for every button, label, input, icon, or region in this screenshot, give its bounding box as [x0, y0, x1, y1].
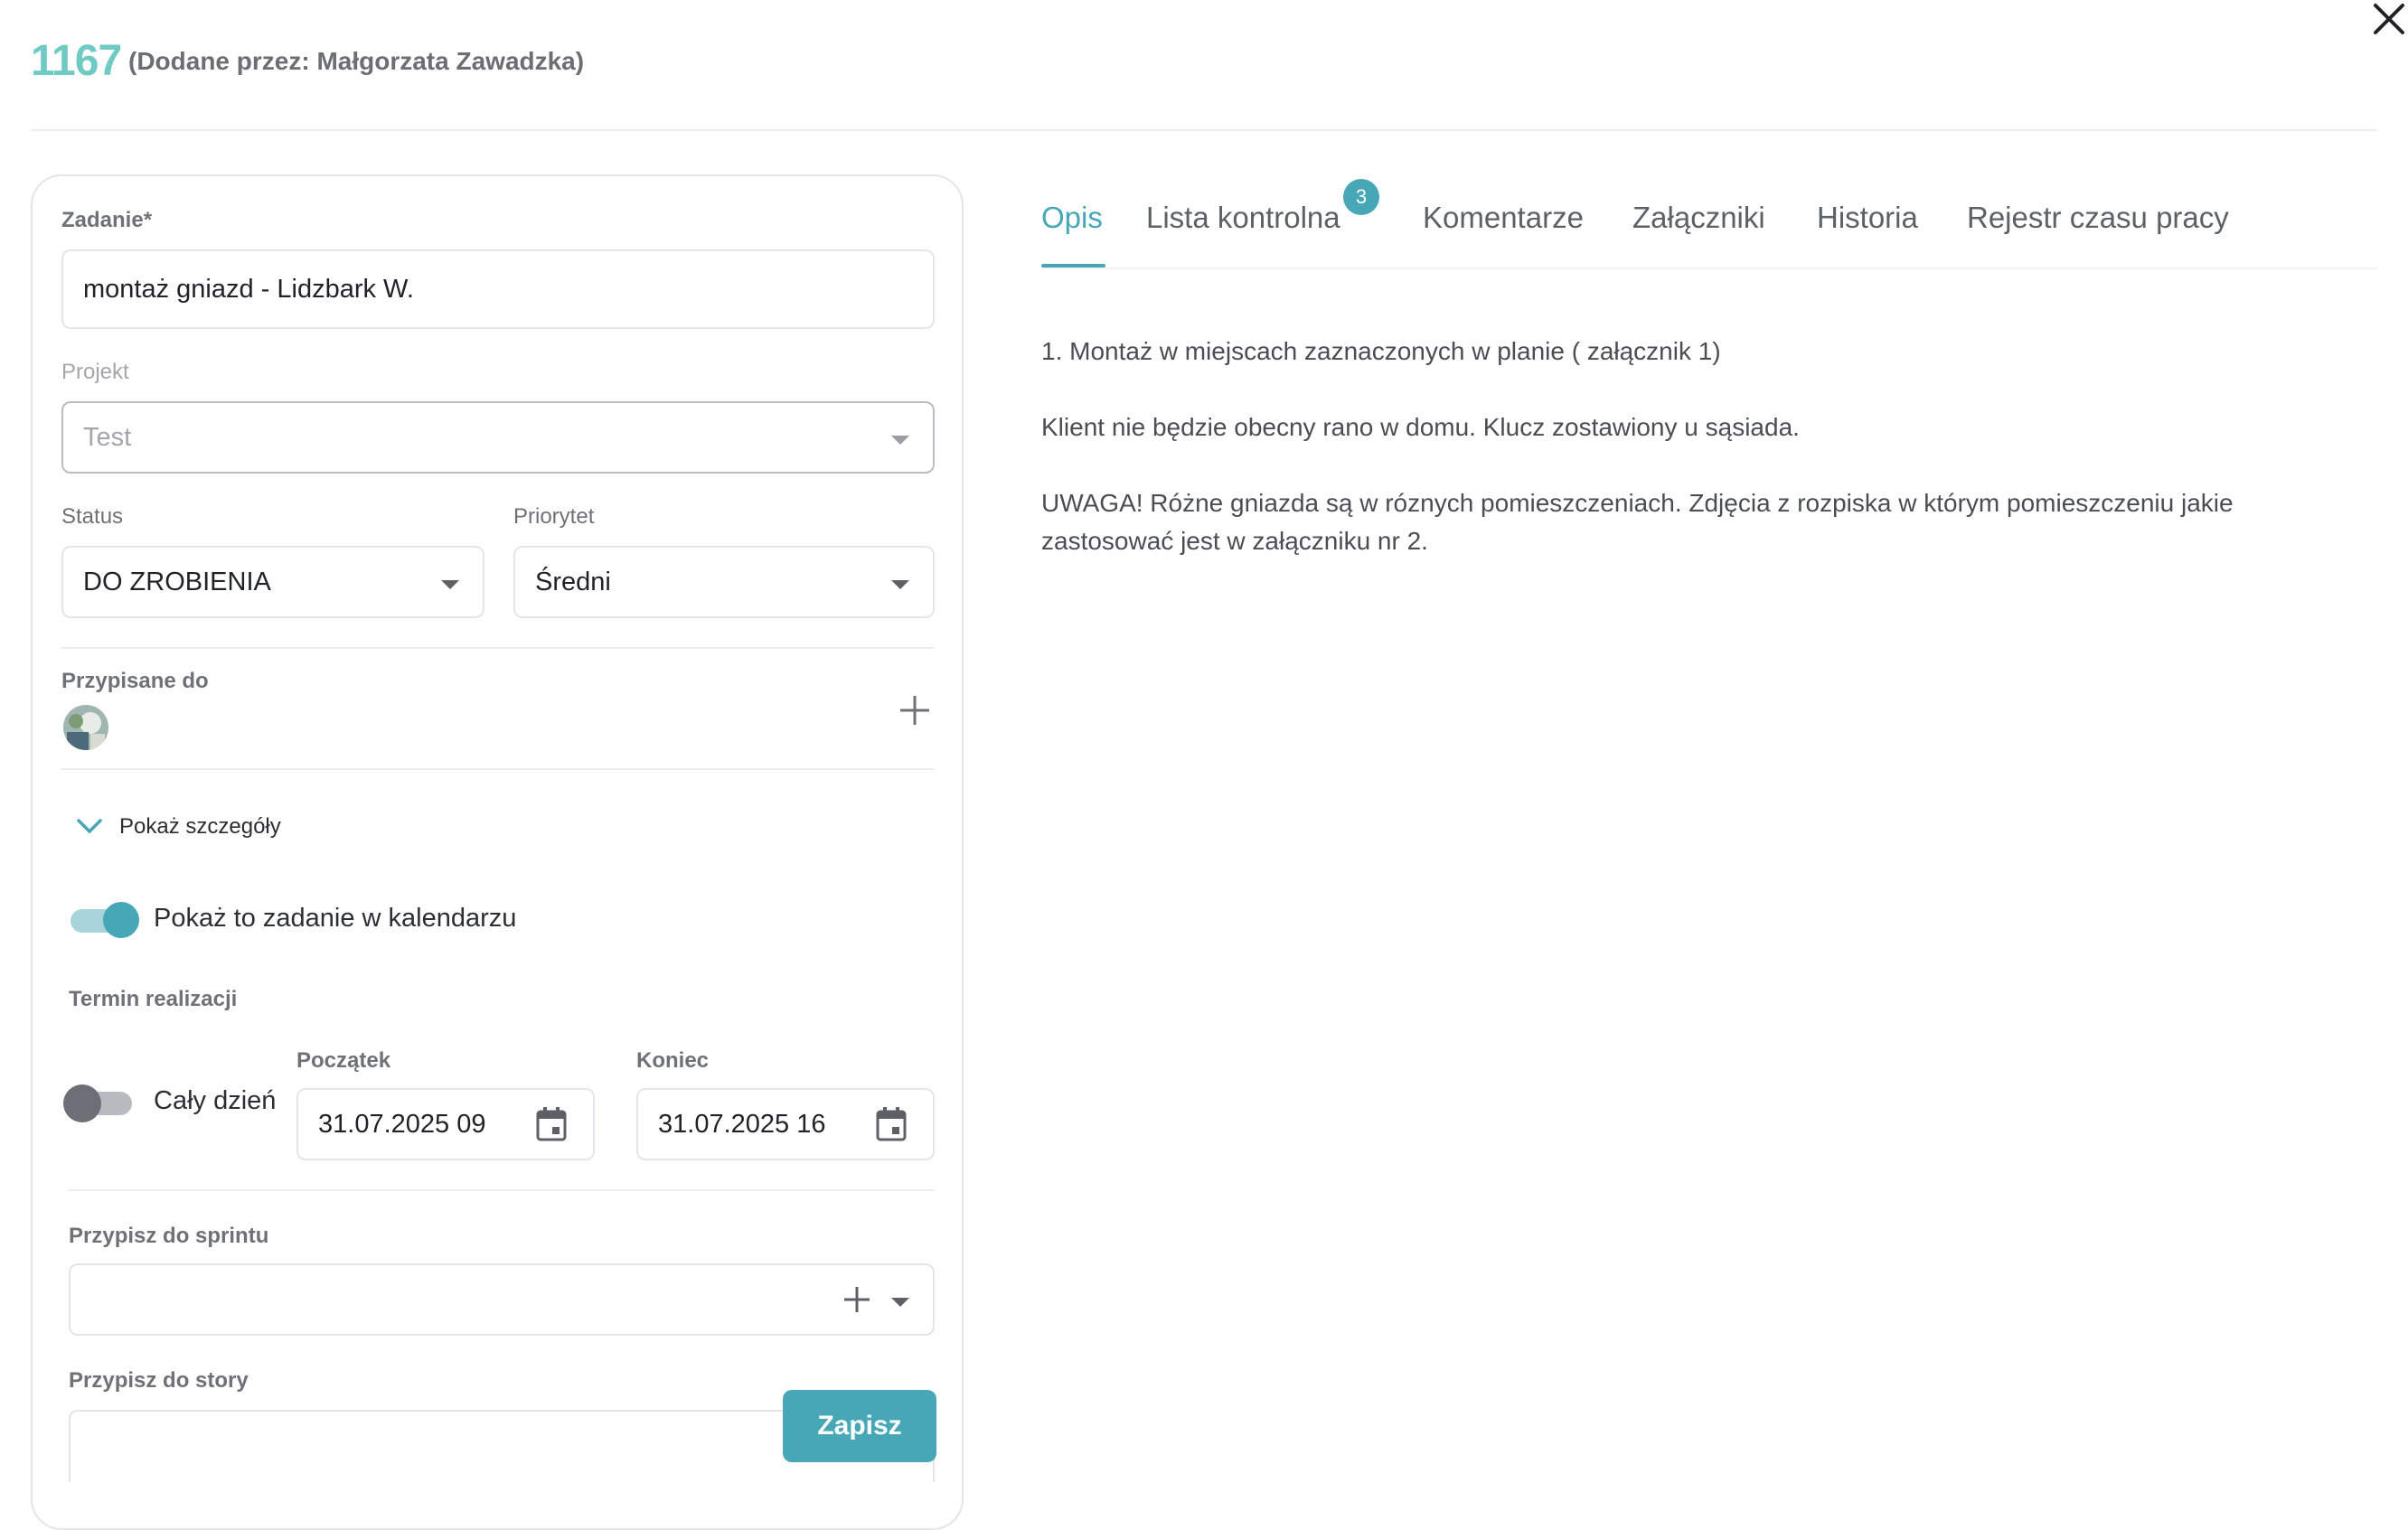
end-date-input[interactable]: 31.07.2025 16: [636, 1088, 935, 1160]
add-assignee-button[interactable]: [895, 690, 935, 730]
tabs-divider: [1041, 268, 2377, 269]
plus-icon[interactable]: [841, 1283, 873, 1316]
description-line: UWAGA! Różne gniazda są w róznych pomies…: [1041, 489, 2234, 517]
end-label: Koniec: [636, 1048, 710, 1073]
story-label: Przypisz do story: [69, 1368, 249, 1392]
plus-icon: [900, 696, 929, 725]
task-name-input[interactable]: montaż gniazd - Lidzbark W.: [61, 249, 935, 329]
divider: [61, 647, 935, 649]
sprint-label: Przypisz do sprintu: [69, 1224, 269, 1248]
start-date-input[interactable]: 31.07.2025 09: [296, 1088, 595, 1160]
start-date-value: 31.07.2025 09: [318, 1109, 486, 1139]
start-label: Początek: [296, 1048, 391, 1073]
tab-time-log[interactable]: Rejestr czasu pracy: [1967, 201, 2229, 235]
tab-checklist[interactable]: Lista kontrolna: [1146, 201, 1340, 235]
tab-history[interactable]: Historia: [1817, 201, 1918, 235]
description-line: 1. Montaż w miejscach zaznaczonych w pla…: [1041, 337, 1721, 365]
caret-down-icon: [891, 436, 909, 445]
project-select[interactable]: Test: [61, 401, 935, 474]
caret-down-icon: [441, 580, 459, 589]
priority-value: Średni: [535, 567, 611, 596]
task-name-value: montaż gniazd - Lidzbark W.: [83, 274, 414, 304]
deadline-label: Termin realizacji: [69, 987, 238, 1011]
project-value: Test: [83, 422, 132, 452]
task-id: 1167: [31, 37, 122, 85]
calendar-icon[interactable]: [535, 1106, 568, 1142]
avatar[interactable]: [63, 705, 108, 750]
assigned-label: Przypisane do: [61, 669, 209, 693]
calendar-toggle-label: Pokaż to zadanie w kalendarzu: [154, 904, 517, 933]
status-select[interactable]: DO ZROBIENIA: [61, 546, 484, 618]
divider: [69, 1189, 935, 1191]
toggle-knob: [63, 1084, 101, 1122]
sprint-select[interactable]: [69, 1263, 935, 1336]
divider: [61, 768, 935, 770]
all-day-label: Cały dzień: [154, 1086, 277, 1115]
description-line: Klient nie będzie obecny rano w domu. Kl…: [1041, 413, 1800, 441]
caret-down-icon: [891, 580, 909, 589]
header-divider: [31, 129, 2377, 131]
status-value: DO ZROBIENIA: [83, 567, 271, 596]
avatar-image: [63, 705, 108, 750]
close-button[interactable]: [2368, 0, 2408, 40]
project-label: Projekt: [61, 360, 129, 384]
chevron-down-icon: [77, 819, 102, 834]
priority-label: Priorytet: [513, 504, 595, 529]
tab-comments[interactable]: Komentarze: [1423, 201, 1584, 235]
tab-attachments[interactable]: Załączniki: [1632, 201, 1765, 235]
status-label: Status: [61, 504, 124, 529]
task-name-label: Zadanie*: [61, 208, 153, 232]
show-details-label: Pokaż szczegóły: [119, 814, 281, 839]
end-date-value: 31.07.2025 16: [658, 1109, 826, 1139]
checklist-count-badge: 3: [1343, 179, 1379, 215]
description-line: zastosować jest w załączniku nr 2.: [1041, 527, 1428, 555]
show-details-toggle[interactable]: Pokaż szczegóły: [74, 812, 281, 842]
all-day-toggle[interactable]: [63, 1084, 134, 1122]
toggle-knob: [103, 902, 139, 938]
caret-down-icon: [891, 1298, 909, 1307]
tab-description[interactable]: Opis: [1041, 201, 1103, 235]
calendar-icon[interactable]: [875, 1106, 908, 1142]
story-label-clip: Przypisz do story: [69, 1356, 935, 1392]
close-icon: [2374, 4, 2404, 34]
added-by-text: (Dodane przez: Małgorzata Zawadzka): [128, 47, 585, 75]
save-button[interactable]: Zapisz: [783, 1390, 936, 1462]
calendar-toggle[interactable]: [71, 902, 139, 938]
priority-select[interactable]: Średni: [513, 546, 935, 618]
